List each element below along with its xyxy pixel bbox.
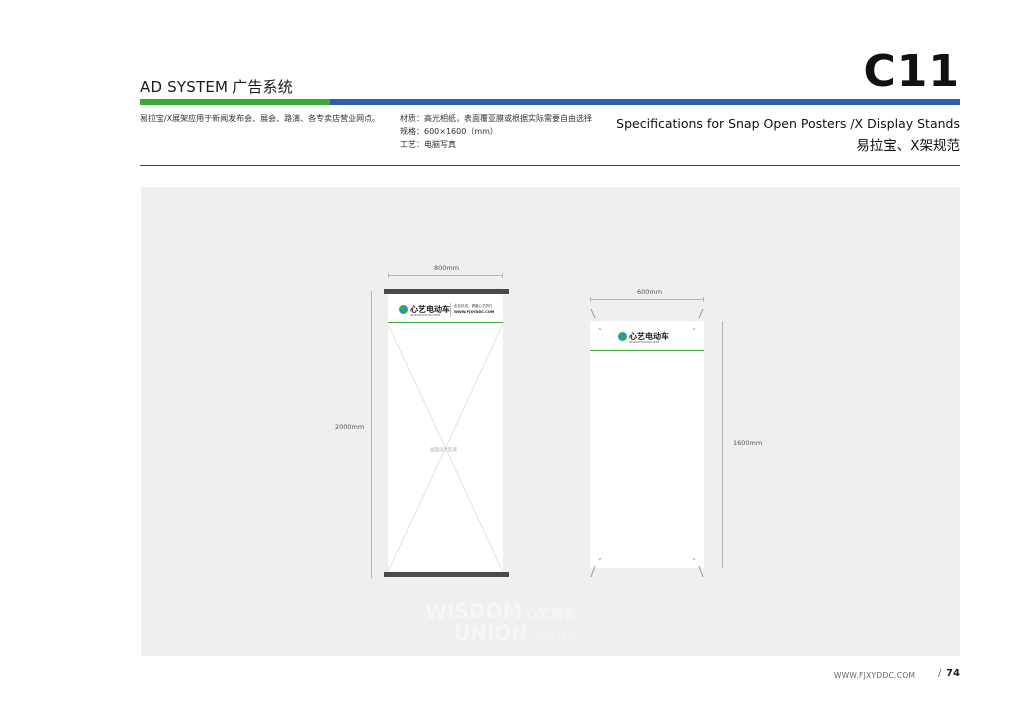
footer-slash: / (938, 668, 942, 679)
section-title-en: AD SYSTEM (140, 78, 229, 96)
rollup-width-tick-right (502, 273, 503, 278)
rollup-height-line (371, 291, 372, 578)
rollup-url: WWW.FJXYDDC.COM (454, 310, 495, 314)
watermark-line2: UNION 品牌设计 (454, 621, 579, 645)
rollup-logo-sub: WISDOM ELECTRIC BIKE (410, 314, 441, 317)
accent-bar-green (140, 99, 330, 105)
rollup-green-line (388, 322, 503, 323)
spec-list: 材质：高光相纸，表面覆亚膜或根据实际需要自由选择 规格：600×1600（mm）… (400, 112, 592, 151)
intro-text: 易拉宝/X展架应用于新闻发布会、展会、路演、各专卖店营业网点。 (140, 114, 381, 123)
watermark-line1: WISDOM 心艺睿智 (425, 599, 577, 623)
xstand-frame (590, 309, 704, 578)
rollup-width-label: 800mm (434, 264, 460, 272)
rollup-slogan: 走在科技，健康心艺同行 (454, 304, 493, 308)
rollup-height-label: 2000mm (335, 423, 365, 431)
spec-process: 工艺：电脑写真 (400, 140, 456, 149)
page-code: C11 (863, 46, 960, 97)
spec-title-cn: 易拉宝、X架规范 (856, 138, 960, 154)
rollup-width-line (388, 275, 503, 276)
rollup-poster: 心艺电动车 WISDOM ELECTRIC BIKE 走在科技，健康心艺同行 W… (388, 294, 503, 572)
xstand-height-label: 1600mm (733, 439, 763, 447)
brand-logo-icon (399, 305, 408, 314)
page-number: 74 (946, 668, 960, 679)
accent-bar-blue (330, 99, 960, 105)
footer-url: WWW.FJXYDDC.COM (834, 671, 916, 680)
rollup-bottom-rail (384, 572, 509, 577)
xstand-height-line (722, 321, 723, 568)
xstand-width-line (590, 299, 704, 300)
xstand-width-tick-right (703, 297, 704, 302)
header-rule (140, 165, 960, 166)
spec-title-en: Specifications for Snap Open Posters /X … (616, 116, 960, 131)
rollup-placeholder-text: 画面设计区域 (430, 448, 457, 453)
rollup-width-tick-left (388, 273, 389, 278)
xstand-width-label: 600mm (637, 288, 663, 296)
section-title-cn: 广告系统 (232, 78, 293, 96)
spec-size: 规格：600×1600（mm） (400, 127, 498, 136)
xstand-width-tick-left (590, 297, 591, 302)
drawing-canvas: WISDOM 心艺睿智 UNION 品牌设计 800mm 2000mm 心艺电动车 … (141, 187, 960, 656)
section-title: AD SYSTEM 广告系统 (140, 76, 293, 97)
spec-material: 材质：高光相纸，表面覆亚膜或根据实际需要自由选择 (400, 114, 592, 123)
rollup-logo-divider (450, 303, 451, 317)
